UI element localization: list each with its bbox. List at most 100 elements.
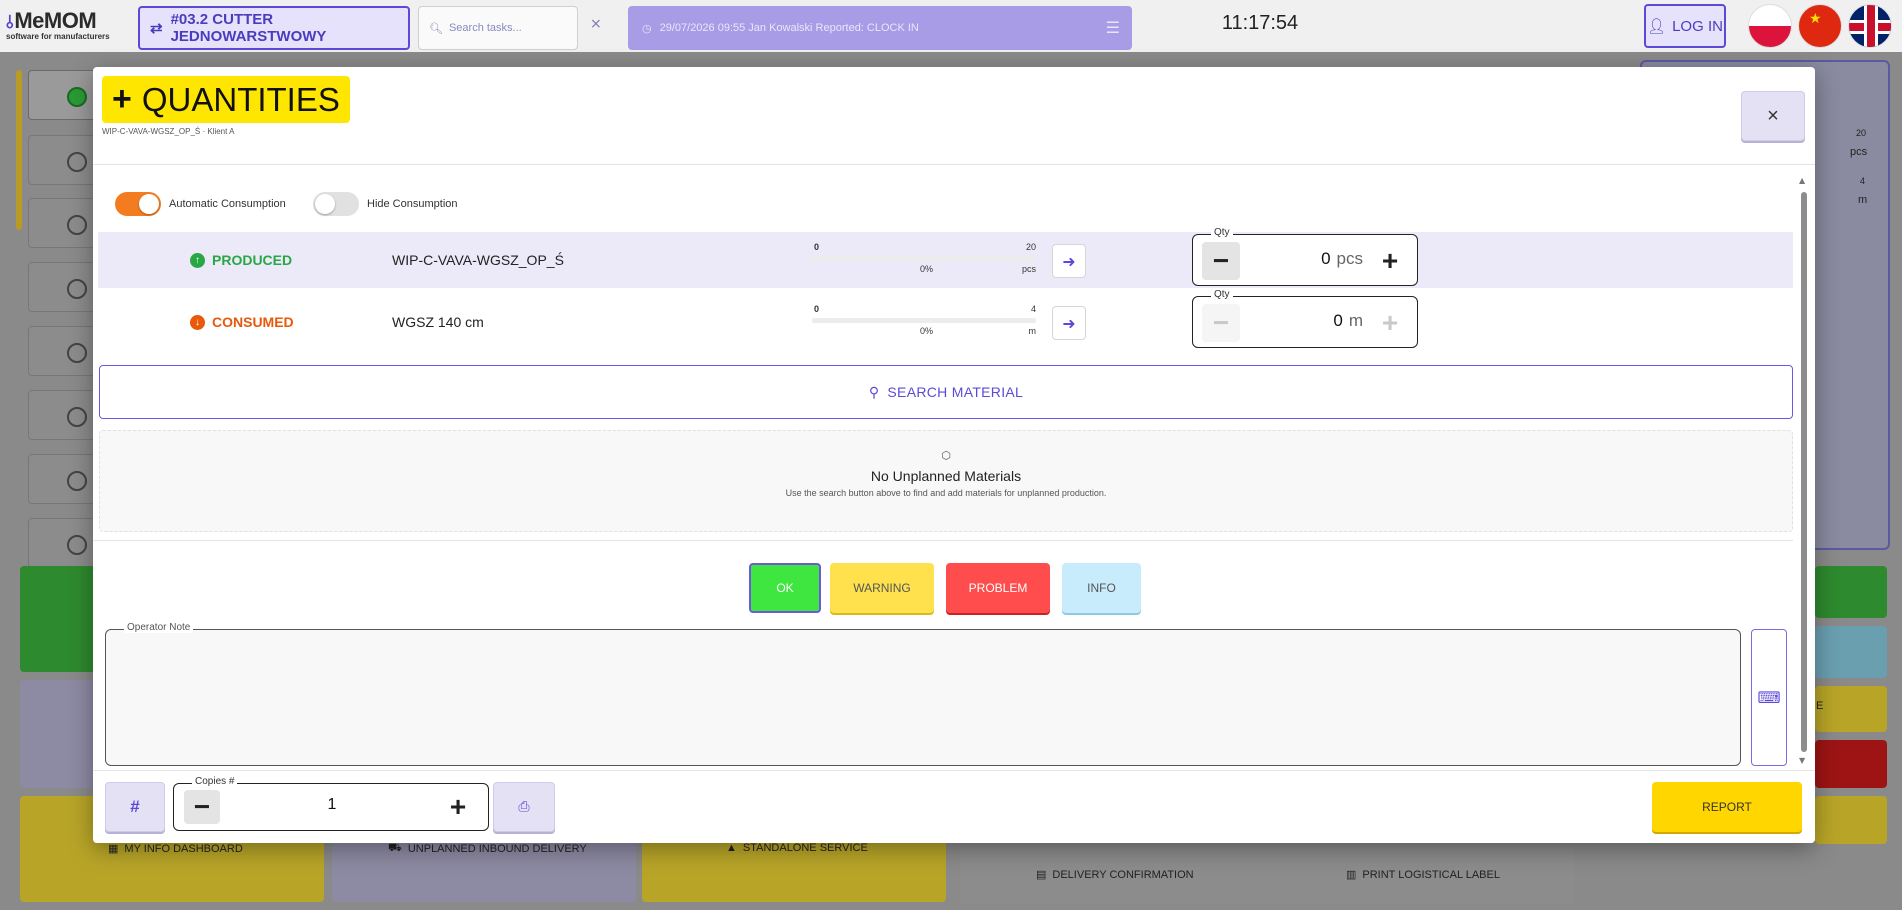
- status-warning-button[interactable]: WARNING: [830, 563, 934, 613]
- empty-state-description: Use the search button above to find and …: [785, 488, 1107, 498]
- operator-note-field[interactable]: Operator Note: [105, 622, 1741, 766]
- automatic-consumption-toggle[interactable]: Automatic Consumption: [115, 190, 286, 218]
- flag-poland-icon[interactable]: [1748, 4, 1792, 48]
- scroll-up-icon[interactable]: ▲: [1799, 176, 1805, 185]
- copies-decrement-button[interactable]: −: [184, 790, 220, 824]
- progress-bar: [812, 318, 1036, 323]
- background-value: 20: [1856, 128, 1867, 138]
- flag-china-icon[interactable]: ★: [1798, 4, 1842, 48]
- workstation-button[interactable]: ⇄ #03.2 CUTTER JEDNOWARSTWOWY: [138, 6, 410, 50]
- truck-icon: ⛟: [388, 842, 402, 854]
- hide-consumption-toggle[interactable]: Hide Consumption: [313, 190, 458, 218]
- close-icon: ×: [1767, 104, 1779, 127]
- quantity-stepper[interactable]: Qty − 0 pcs +: [1192, 227, 1418, 286]
- direction-badge: ↓ CONSUMED: [190, 314, 294, 330]
- dialog-title: + QUANTITIES: [102, 76, 350, 123]
- background-task-card: [28, 262, 98, 312]
- fill-planned-button[interactable]: ➜: [1052, 244, 1086, 278]
- arrow-right-icon: ➜: [1062, 251, 1076, 271]
- background-tile-green: [20, 566, 95, 672]
- quantity-value[interactable]: 0 pcs: [1253, 249, 1363, 269]
- user-icon: 👤︎: [1647, 18, 1667, 35]
- background-tile-red-right: [1815, 740, 1887, 788]
- quantity-value[interactable]: 0m: [1253, 311, 1363, 331]
- empty-state: ⬡ No Unplanned Materials Use the search …: [99, 430, 1793, 532]
- material-row-produced: ↑ PRODUCED WIP-C-VAVA-WGSZ_OP_Ś 0 20 0% …: [98, 227, 1793, 288]
- background-task-card: [28, 198, 98, 248]
- task-search-input[interactable]: 🔍︎ Search tasks...: [418, 6, 578, 50]
- divider: [93, 540, 1793, 541]
- toggle-label: Hide Consumption: [367, 198, 458, 210]
- logo-mark-icon: ⫰: [6, 12, 14, 32]
- barcode-icon: ▥: [1346, 869, 1357, 881]
- search-icon: ⚲: [868, 383, 880, 400]
- dialog-body: Automatic Consumption Hide Consumption ↑…: [93, 166, 1815, 770]
- warning-icon: ▲: [726, 842, 737, 854]
- copies-increment-button[interactable]: +: [440, 790, 476, 824]
- dialog-subtitle: WIP-C-VAVA-WGSZ_OP_Ś · Klient A: [102, 127, 235, 136]
- close-button[interactable]: ×: [1741, 91, 1805, 141]
- quantity-unit: pcs: [1336, 249, 1363, 268]
- flag-uk-icon[interactable]: [1848, 4, 1892, 48]
- progress-unit: pcs: [1021, 264, 1036, 274]
- dialog-footer: # Copies # − 1 + ⎙ REPORT: [93, 770, 1815, 843]
- pause-icon: [67, 279, 87, 299]
- background-task-card: [28, 135, 98, 185]
- copies-label: Copies #: [192, 776, 238, 787]
- material-name: WIP-C-VAVA-WGSZ_OP_Ś: [392, 252, 564, 268]
- printer-icon: ⎙: [518, 799, 530, 815]
- keyboard-button[interactable]: ⌨: [1751, 629, 1787, 766]
- fill-planned-button[interactable]: ➜: [1052, 306, 1086, 340]
- serial-number-button[interactable]: #: [105, 782, 165, 832]
- progress-min: 0: [814, 304, 820, 314]
- quantities-dialog: + QUANTITIES WIP-C-VAVA-WGSZ_OP_Ś · Klie…: [93, 67, 1815, 843]
- print-button[interactable]: ⎙: [493, 782, 555, 832]
- increment-button[interactable]: +: [1371, 304, 1409, 342]
- quantity-label: Qty: [1211, 289, 1233, 300]
- standalone-service-label: ▲ STANDALONE SERVICE: [726, 842, 868, 854]
- background-partial-label: E: [1816, 700, 1824, 712]
- app-logo: ⫰MeMOM software for manufacturers: [6, 8, 136, 48]
- copies-value[interactable]: 1: [234, 796, 430, 814]
- progress-unit: m: [1028, 326, 1037, 336]
- arrow-up-circle-icon: ↑: [190, 252, 205, 268]
- notification-bar[interactable]: ◷ 29/07/2026 09:55 Jan Kowalski Reported…: [628, 6, 1132, 50]
- search-material-button[interactable]: ⚲ SEARCH MATERIAL: [99, 365, 1793, 419]
- toggle-switch[interactable]: [115, 192, 161, 216]
- quantity-stepper[interactable]: Qty − 0m +: [1192, 289, 1418, 348]
- material-progress: 0 4 0% m: [812, 304, 1042, 342]
- notification-text: 29/07/2026 09:55 Jan Kowalski Reported: …: [659, 22, 919, 34]
- toggle-label: Automatic Consumption: [169, 198, 286, 210]
- direction-label: CONSUMED: [212, 314, 294, 330]
- background-value: m: [1858, 194, 1868, 206]
- empty-state-title: No Unplanned Materials: [870, 468, 1022, 484]
- decrement-button[interactable]: −: [1202, 242, 1240, 280]
- material-row-consumed: ↓ CONSUMED WGSZ 140 cm 0 4 0% m ➜ Qty − …: [98, 289, 1793, 350]
- scrollbar-thumb[interactable]: [1801, 192, 1807, 752]
- operator-note-label: Operator Note: [124, 622, 194, 633]
- quantity-label: Qty: [1211, 227, 1233, 238]
- pause-icon: [67, 471, 87, 491]
- copies-stepper[interactable]: Copies # − 1 +: [173, 776, 489, 831]
- decrement-button[interactable]: −: [1202, 304, 1240, 342]
- arrow-down-circle-icon: ↓: [190, 314, 205, 330]
- background-tile-lavender: [20, 680, 95, 788]
- login-button[interactable]: 👤︎ LOG IN: [1644, 4, 1726, 48]
- plus-icon: +: [112, 80, 132, 118]
- clock: 11:17:54: [1221, 12, 1299, 34]
- status-problem-button[interactable]: PROBLEM: [946, 563, 1050, 613]
- keyboard-icon: ⌨: [1757, 688, 1781, 707]
- status-info-button[interactable]: INFO: [1062, 563, 1141, 613]
- background-tile-yellow-right-2: [1815, 796, 1887, 844]
- filter-off-icon[interactable]: ⨯: [590, 16, 610, 36]
- clock-icon: ◷: [642, 22, 652, 35]
- scroll-down-icon[interactable]: ▼: [1799, 756, 1805, 765]
- status-ok-button[interactable]: OK: [749, 563, 821, 613]
- direction-label: PRODUCED: [212, 252, 293, 268]
- background-task-card: [28, 454, 98, 504]
- list-icon[interactable]: ☰: [1106, 18, 1120, 38]
- toggle-switch[interactable]: [313, 192, 359, 216]
- increment-button[interactable]: +: [1371, 242, 1409, 280]
- report-button[interactable]: REPORT: [1652, 782, 1802, 832]
- dialog-scrollbar[interactable]: ▲ ▼: [1799, 176, 1809, 766]
